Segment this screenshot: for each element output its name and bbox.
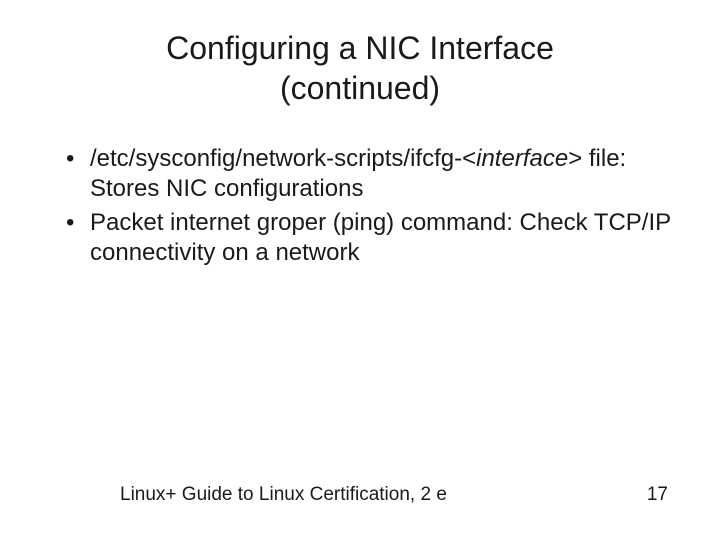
slide: Configuring a NIC Interface (continued) … bbox=[0, 0, 720, 540]
bullet-list: /etc/sysconfig/network-scripts/ifcfg-<in… bbox=[48, 144, 672, 268]
title-line-1: Configuring a NIC Interface bbox=[166, 30, 554, 66]
footer-source: Linux+ Guide to Linux Certification, 2 e bbox=[120, 484, 447, 506]
bullet-text-emphasis: interface bbox=[476, 145, 568, 172]
slide-footer: Linux+ Guide to Linux Certification, 2 e… bbox=[0, 484, 720, 506]
slide-title: Configuring a NIC Interface (continued) bbox=[48, 28, 672, 108]
list-item: /etc/sysconfig/network-scripts/ifcfg-<in… bbox=[60, 144, 672, 204]
page-number: 17 bbox=[647, 484, 668, 506]
bullet-text-pre: /etc/sysconfig/network-scripts/ifcfg- bbox=[90, 145, 462, 172]
title-line-2: (continued) bbox=[280, 70, 440, 106]
bullet-text: Packet internet groper (ping) command: C… bbox=[90, 209, 671, 266]
angle-open: < bbox=[462, 145, 476, 172]
list-item: Packet internet groper (ping) command: C… bbox=[60, 208, 672, 268]
angle-close: > bbox=[568, 145, 582, 172]
